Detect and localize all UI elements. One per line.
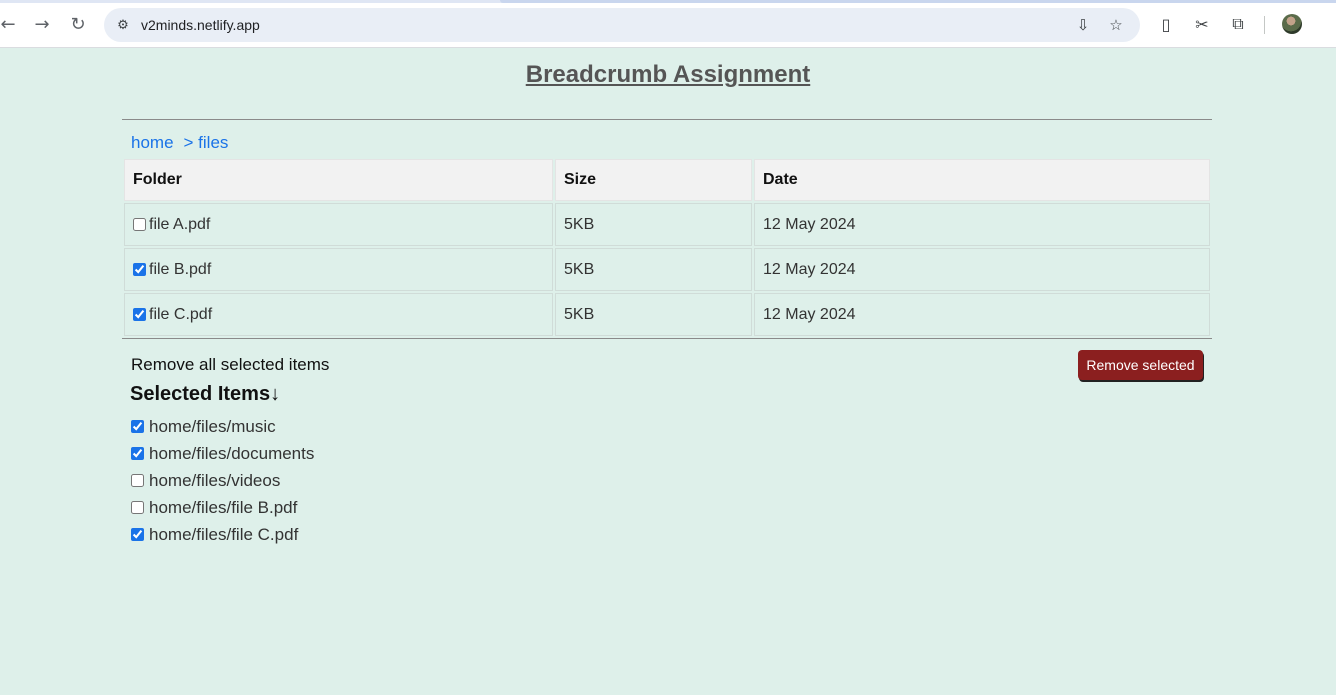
back-arrow-icon[interactable]: ← — [0, 12, 20, 36]
star-icon[interactable]: ☆ — [1106, 15, 1126, 35]
file-name: file C.pdf — [149, 305, 213, 323]
table-row: file B.pdf 5KB 12 May 2024 — [124, 248, 1210, 291]
list-item: home/files/file B.pdf — [131, 494, 314, 521]
size-cell: 5KB — [555, 248, 752, 291]
site-info-icon[interactable]: ⚙ — [114, 16, 132, 34]
folder-cell: file A.pdf — [124, 203, 553, 246]
breadcrumb-home[interactable]: home — [131, 133, 174, 153]
url-text[interactable]: v2minds.netlify.app — [141, 17, 260, 33]
date-cell: 12 May 2024 — [754, 293, 1210, 336]
browser-toolbar: ← → ↻ ⚙ v2minds.netlify.app ⇩ ☆ ▯ ✂ ⧉ — [0, 0, 1336, 48]
item-checkbox[interactable] — [131, 501, 144, 514]
date-cell: 12 May 2024 — [754, 203, 1210, 246]
file-name: file A.pdf — [149, 215, 211, 233]
files-table: Folder Size Date file A.pdf 5KB 12 May 2… — [122, 157, 1212, 338]
size-cell: 5KB — [555, 293, 752, 336]
selected-items-heading: Selected Items↓ — [130, 383, 281, 405]
table-header-row: Folder Size Date — [124, 159, 1210, 201]
list-item: home/files/videos — [131, 467, 314, 494]
divider-top — [122, 119, 1212, 120]
folder-cell: file C.pdf — [124, 293, 553, 336]
row-checkbox[interactable] — [133, 262, 146, 276]
active-tab-edge[interactable] — [500, 0, 1336, 3]
extension-badge-icon[interactable]: ▯ — [1155, 13, 1177, 35]
header-folder: Folder — [124, 159, 553, 201]
row-checkbox[interactable] — [133, 307, 146, 321]
table-row: file A.pdf 5KB 12 May 2024 — [124, 203, 1210, 246]
toolbar-divider — [1264, 16, 1265, 34]
selected-items-list: home/files/music home/files/documents ho… — [131, 413, 314, 548]
item-path: home/files/file C.pdf — [149, 524, 299, 544]
date-cell: 12 May 2024 — [754, 248, 1210, 291]
list-item: home/files/music — [131, 413, 314, 440]
puzzle-icon[interactable]: ⧉ — [1227, 13, 1249, 35]
size-cell: 5KB — [555, 203, 752, 246]
header-size: Size — [555, 159, 752, 201]
item-path: home/files/file B.pdf — [149, 497, 298, 517]
address-bar[interactable]: ⚙ v2minds.netlify.app ⇩ ☆ — [104, 8, 1140, 42]
item-path: home/files/documents — [149, 443, 315, 463]
header-date: Date — [754, 159, 1210, 201]
profile-avatar[interactable] — [1282, 14, 1302, 34]
item-checkbox[interactable] — [131, 474, 144, 487]
row-checkbox[interactable] — [133, 217, 146, 231]
extension-icon[interactable]: ✂ — [1191, 13, 1213, 35]
remove-description: Remove all selected items — [131, 355, 330, 374]
item-checkbox[interactable] — [131, 447, 144, 460]
page-title: Breadcrumb Assignment — [525, 61, 811, 88]
file-name: file B.pdf — [149, 260, 212, 278]
item-checkbox[interactable] — [131, 528, 144, 541]
breadcrumb: home > files — [131, 133, 228, 153]
list-item: home/files/file C.pdf — [131, 521, 314, 548]
item-path: home/files/music — [149, 416, 276, 436]
remove-selected-button[interactable]: Remove selected — [1078, 350, 1203, 380]
install-app-icon[interactable]: ⇩ — [1073, 15, 1093, 35]
divider-bottom — [122, 338, 1212, 339]
item-checkbox[interactable] — [131, 420, 144, 433]
forward-arrow-icon[interactable]: → — [30, 12, 54, 36]
list-item: home/files/documents — [131, 440, 314, 467]
breadcrumb-files[interactable]: > files — [184, 133, 229, 153]
folder-cell: file B.pdf — [124, 248, 553, 291]
reload-icon[interactable]: ↻ — [66, 12, 90, 36]
item-path: home/files/videos — [149, 470, 281, 490]
table-row: file C.pdf 5KB 12 May 2024 — [124, 293, 1210, 336]
